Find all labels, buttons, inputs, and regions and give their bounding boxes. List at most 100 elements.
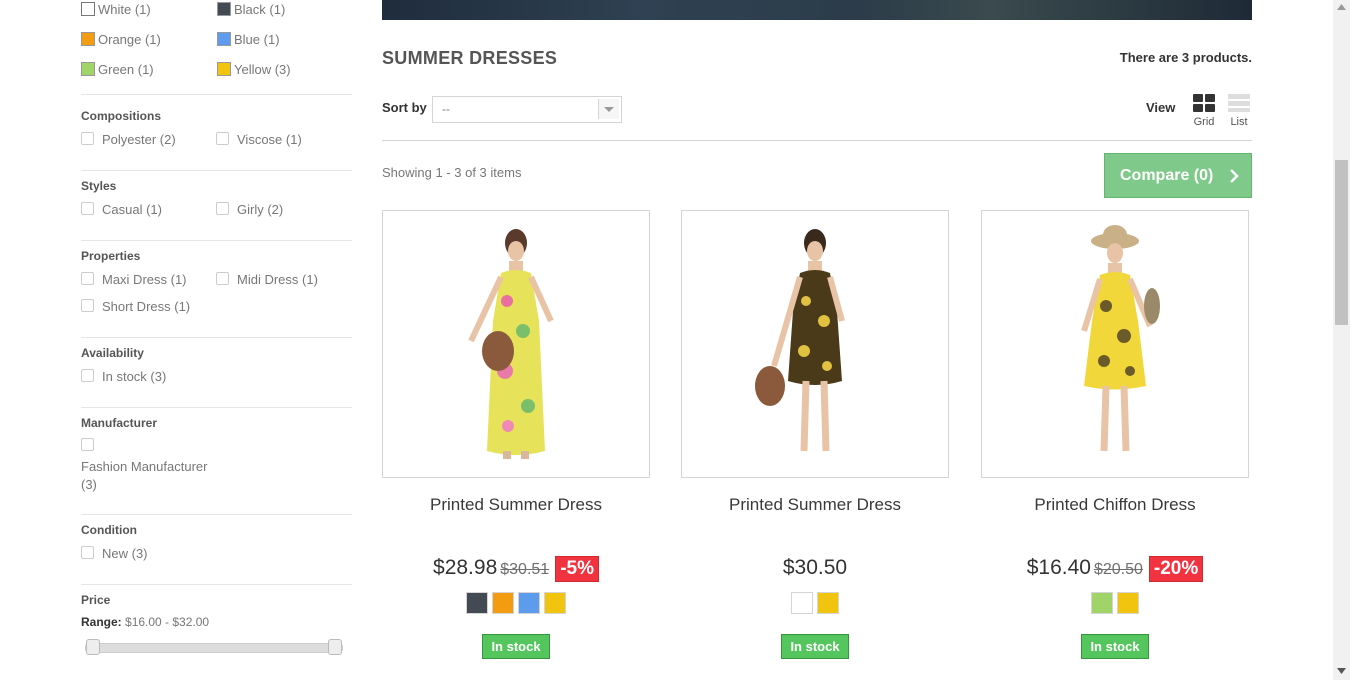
color-filter-orange[interactable]: Orange (1) [81,32,161,50]
checkbox[interactable] [216,272,229,285]
view-list-button[interactable]: List [1227,93,1251,128]
price-slider-max-handle[interactable] [328,639,342,655]
product-image [755,229,845,452]
color-swatch-black[interactable] [466,592,488,614]
checkbox[interactable] [81,438,94,451]
color-swatches [382,592,650,619]
product-count: There are 3 products. [1119,50,1252,65]
checkbox[interactable] [81,272,94,285]
filter-new[interactable]: New (3) [81,546,148,561]
view-grid-button[interactable]: Grid [1192,93,1216,128]
checkbox[interactable] [216,132,229,145]
availability: In stock [681,634,949,659]
divider [81,240,352,241]
filter-maxi-dress[interactable]: Maxi Dress (1) [81,272,187,287]
checkbox[interactable] [81,202,94,215]
scrollbar-thumb[interactable] [1335,160,1348,325]
color-filter-blue[interactable]: Blue (1) [217,32,280,50]
availability-title: Availability [81,346,144,360]
list-label: List [1230,116,1248,128]
color-swatch-yellow[interactable] [817,592,839,614]
compare-button[interactable]: Compare (0) [1104,153,1252,198]
product-price: $16.40 [1026,556,1091,579]
color-swatch[interactable] [81,2,95,16]
color-filter-green[interactable]: Green (1) [81,62,154,80]
compare-label: Compare (0) [1120,167,1214,184]
divider [81,170,352,171]
color-swatch-yellow[interactable] [544,592,566,614]
filter-short-dress[interactable]: Short Dress (1) [81,299,190,314]
checkbox[interactable] [81,132,94,145]
filter-midi-dress[interactable]: Midi Dress (1) [216,272,318,287]
old-price: $30.51 [500,561,550,578]
color-swatch-blue[interactable] [518,592,540,614]
sort-select[interactable]: -- [432,96,622,123]
color-swatches [681,592,949,619]
range-label: Range: [81,615,122,629]
condition-title: Condition [81,523,137,537]
price-range: Range: $16.00 - $32.00 [81,615,209,629]
checkbox[interactable] [81,369,94,382]
price-title: Price [81,593,111,607]
color-swatch-green[interactable] [1091,592,1113,614]
checkbox[interactable] [216,202,229,215]
old-price: $20.50 [1093,561,1143,578]
product-image [468,229,554,459]
filter-in-stock[interactable]: In stock (3) [81,369,166,384]
divider [81,514,352,515]
list-icon [1228,94,1250,112]
color-swatch[interactable] [217,2,231,16]
filter-girly[interactable]: Girly (2) [216,202,283,217]
divider [81,407,352,408]
filter-label: Girly (2) [237,202,284,217]
category-banner-image [382,0,1252,20]
product-name[interactable]: Printed Summer Dress [681,495,949,515]
price-slider-track[interactable] [85,639,343,655]
price-row: $30.50 [681,556,949,580]
checkbox[interactable] [81,299,94,312]
color-swatch[interactable] [217,62,231,76]
divider [81,584,352,585]
chevron-down-icon[interactable] [598,99,619,119]
filter-polyester[interactable]: Polyester (2) [81,132,176,147]
stock-badge: In stock [781,634,849,659]
product-image-card[interactable] [981,210,1249,478]
color-swatch-orange[interactable] [492,592,514,614]
color-swatch[interactable] [81,62,95,76]
filter-label: Viscose (1) [237,132,302,147]
discount-badge: -20% [1148,556,1204,582]
sort-value: -- [442,102,450,116]
color-filter-black[interactable]: Black (1) [217,2,285,20]
divider [382,140,1252,141]
filter-label: Polyester (2) [102,132,176,147]
filter-label: Maxi Dress (1) [102,272,187,287]
price-row: $28.98 $30.51 -5% [382,556,650,582]
vertical-scrollbar[interactable] [1333,0,1350,680]
scroll-up-icon[interactable] [1337,4,1346,10]
stock-badge: In stock [1081,634,1149,659]
grid-icon [1193,94,1215,112]
filter-fashion-manufacturer[interactable] [81,438,102,453]
color-swatch-white[interactable] [791,592,813,614]
color-swatch-yellow[interactable] [1117,592,1139,614]
color-filter-white[interactable]: White (1) [81,2,151,20]
price-slider-min-handle[interactable] [86,639,100,655]
color-swatch[interactable] [217,32,231,46]
styles-title: Styles [81,179,117,193]
filter-label: Midi Dress (1) [237,272,318,287]
color-label: White (1) [98,2,151,17]
color-filter-yellow[interactable]: Yellow (3) [217,62,291,80]
filter-viscose[interactable]: Viscose (1) [216,132,302,147]
color-label: Blue (1) [234,32,280,47]
product-image-card[interactable] [382,210,650,478]
color-swatch[interactable] [81,32,95,46]
product-listing: SUMMER DRESSES There are 3 products. Sor… [382,0,1252,680]
manufacturer-title: Manufacturer [81,416,158,430]
scroll-down-icon[interactable] [1337,668,1346,674]
category-title: SUMMER DRESSES [382,48,558,68]
checkbox[interactable] [81,546,94,559]
product-name[interactable]: Printed Chiffon Dress [981,495,1249,515]
filter-casual[interactable]: Casual (1) [81,202,162,217]
product-image-card[interactable] [681,210,949,478]
product-name[interactable]: Printed Summer Dress [382,495,650,515]
